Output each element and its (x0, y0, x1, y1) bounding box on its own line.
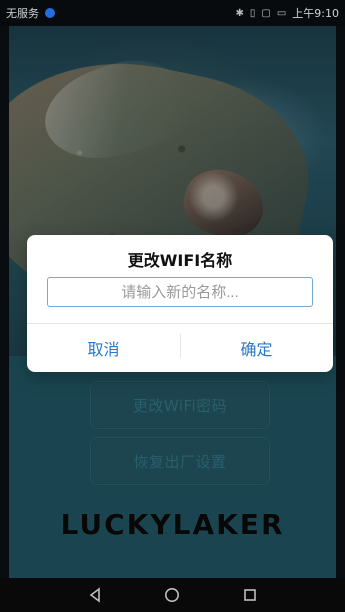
confirm-button[interactable]: 确定 (180, 329, 333, 367)
dialog-divider (27, 323, 333, 324)
wifi-name-input[interactable] (47, 277, 313, 307)
dialog-title: 更改WIFI名称 (127, 251, 233, 270)
rename-wifi-dialog: 更改WIFI名称 取消 确定 (27, 235, 333, 372)
cancel-button[interactable]: 取消 (27, 329, 180, 367)
cancel-label: 取消 (87, 340, 120, 359)
confirm-label: 确定 (240, 340, 273, 359)
